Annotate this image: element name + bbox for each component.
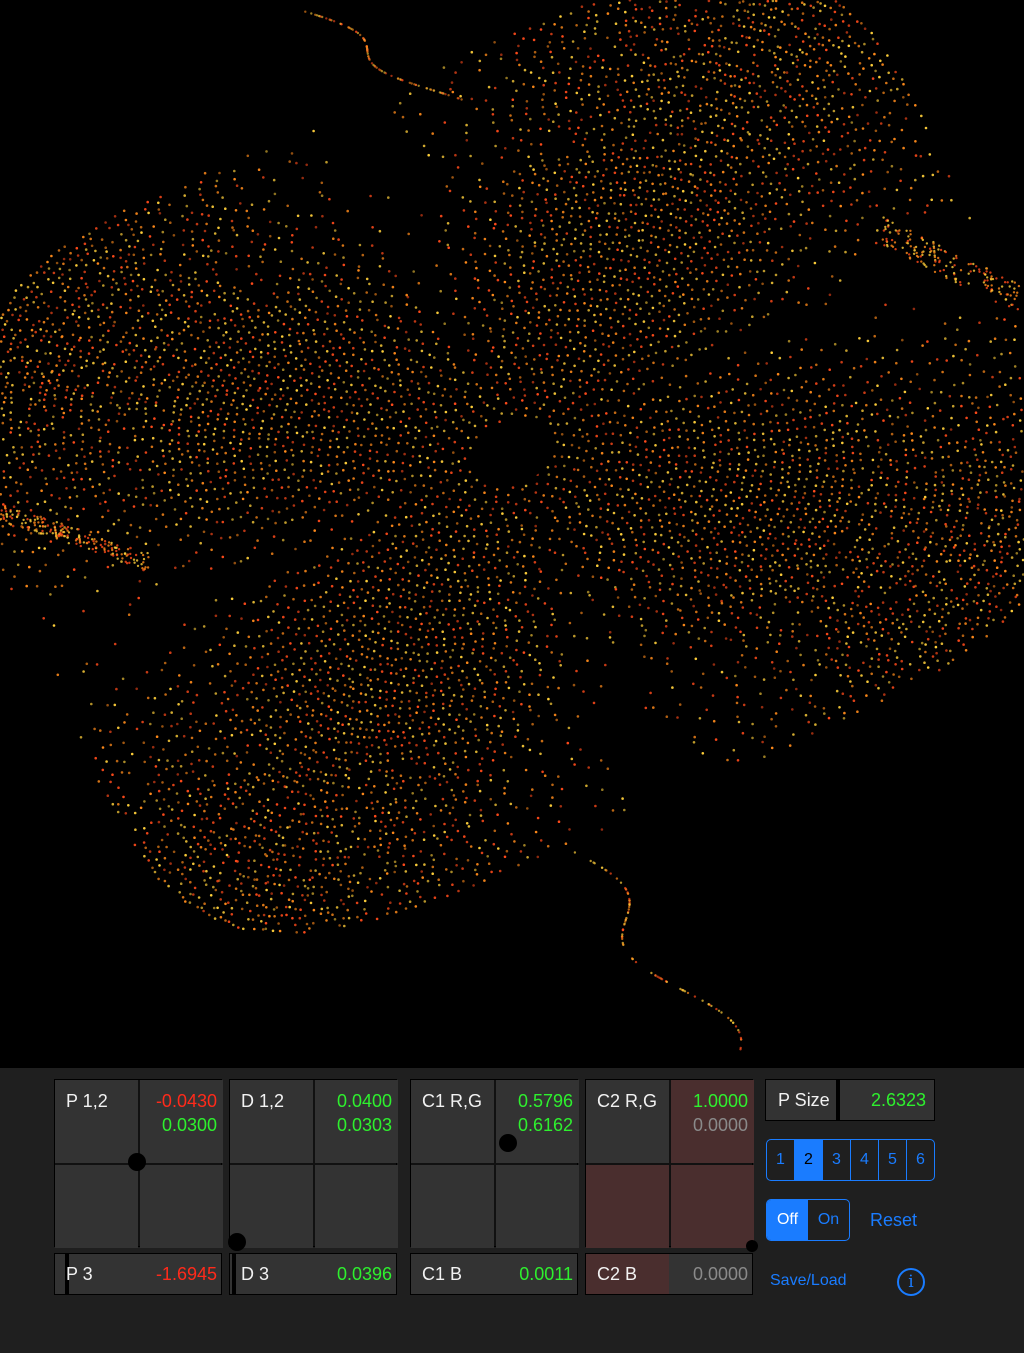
slider-label: D 3 (241, 1264, 270, 1284)
psize-label: P Size (778, 1090, 830, 1110)
toggle-on[interactable]: On (808, 1200, 849, 1240)
slider-value: -1.6945 (155, 1264, 217, 1284)
slider-p3[interactable]: P 3 -1.6945 (54, 1253, 222, 1295)
pad-value-2: 0.0303 (336, 1115, 392, 1135)
pad-d12[interactable]: D 1,2 0.0400 0.0303 (228, 1079, 398, 1251)
preset-segment-2[interactable]: 2 (795, 1140, 823, 1180)
slider-thumb[interactable] (232, 1254, 236, 1294)
save-load-button[interactable]: Save/Load (770, 1272, 847, 1290)
pad-c1rg[interactable]: C1 R,G 0.5796 0.6162 (410, 1079, 579, 1248)
pad-label: P 1,2 (66, 1091, 108, 1111)
slider-c1b[interactable]: C1 B 0.0011 (410, 1253, 578, 1295)
pad-value-2: 0.0000 (692, 1115, 748, 1135)
slider-thumb[interactable] (836, 1080, 840, 1120)
pad-label: C1 R,G (422, 1091, 483, 1111)
pad-value-1: 1.0000 (692, 1091, 748, 1111)
psize-value: 2.6323 (870, 1090, 926, 1110)
slider-label: C1 B (422, 1264, 463, 1284)
particle-canvas[interactable] (0, 0, 1024, 1068)
slider-value: 0.0011 (519, 1264, 573, 1284)
slider-d3[interactable]: D 3 0.0396 (229, 1253, 397, 1295)
psize-slider[interactable]: P Size 2.6323 (765, 1079, 935, 1121)
slider-label: P 3 (66, 1264, 93, 1284)
pad-handle[interactable] (499, 1134, 517, 1152)
preset-segment-5[interactable]: 5 (879, 1140, 907, 1180)
preset-segment-4[interactable]: 4 (851, 1140, 879, 1180)
pad-value-1: 0.5796 (517, 1091, 573, 1111)
pad-value-2: 0.6162 (517, 1115, 573, 1135)
pad-c2rg[interactable]: C2 R,G 1.0000 0.0000 (585, 1079, 758, 1252)
preset-segment-3[interactable]: 3 (823, 1140, 851, 1180)
slider-value: 0.0000 (692, 1264, 748, 1284)
reset-button[interactable]: Reset (870, 1210, 917, 1231)
pad-handle[interactable] (746, 1240, 758, 1252)
pad-value-2: 0.0300 (161, 1115, 217, 1135)
info-icon[interactable]: i (897, 1268, 925, 1296)
slider-c2b[interactable]: C2 B 0.0000 (585, 1253, 753, 1295)
pad-p12[interactable]: P 1,2 -0.0430 0.0300 (54, 1079, 223, 1248)
preset-segment-6[interactable]: 6 (907, 1140, 934, 1180)
slider-value: 0.0396 (336, 1264, 392, 1284)
pad-handle[interactable] (128, 1153, 146, 1171)
pad-value-1: 0.0400 (336, 1091, 392, 1111)
preset-segment-1[interactable]: 1 (767, 1140, 795, 1180)
preset-segmented-control: 1 2 3 4 5 6 (766, 1139, 935, 1181)
toggle-off[interactable]: Off (767, 1200, 808, 1240)
off-on-toggle: Off On (766, 1199, 850, 1241)
pad-value-1: -0.0430 (155, 1091, 217, 1111)
pad-label: C2 R,G (597, 1091, 658, 1111)
slider-label: C2 B (597, 1264, 638, 1284)
pad-handle[interactable] (228, 1233, 246, 1251)
pad-label: D 1,2 (241, 1091, 285, 1111)
particle-field (0, 0, 1024, 1051)
